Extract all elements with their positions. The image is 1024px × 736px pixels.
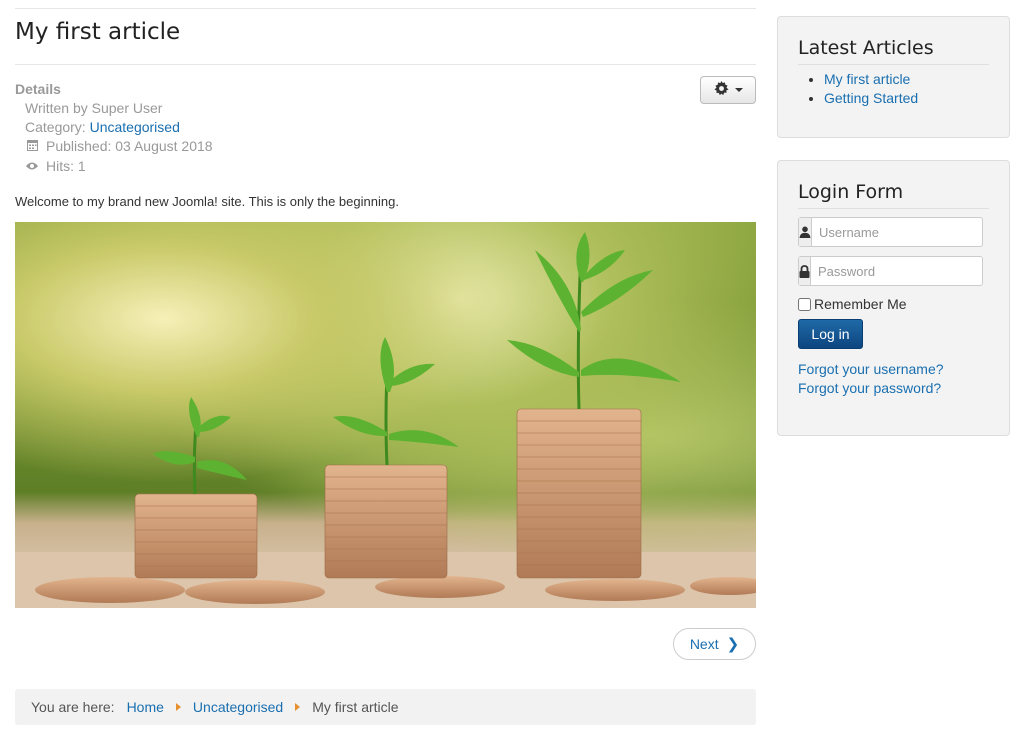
gear-icon [713, 80, 729, 100]
forgot-password-link[interactable]: Forgot your password? [798, 379, 944, 398]
next-button[interactable]: Next ❯ [673, 628, 756, 660]
password-input[interactable] [811, 257, 1001, 285]
caret-right-icon [175, 703, 181, 711]
next-label: Next [689, 636, 719, 652]
remember-me-checkbox[interactable] [798, 297, 811, 311]
login-form-title: Login Form [798, 181, 904, 203]
login-button[interactable]: Log in [798, 319, 863, 349]
main-content: My first article Details Written by Supe… [15, 0, 756, 736]
category-label: Category: [25, 119, 86, 135]
coins-plants-illustration [15, 232, 756, 608]
calendar-icon [25, 138, 39, 157]
breadcrumb-category-link[interactable]: Uncategorised [193, 699, 283, 715]
caret-right-icon [295, 703, 301, 711]
latest-article-link[interactable]: Getting Started [824, 90, 918, 106]
latest-article-link[interactable]: My first article [824, 71, 910, 87]
published-info: Published: 03 August 2018 [15, 137, 213, 157]
published-date: Published: 03 August 2018 [46, 138, 213, 154]
article-info: Details Written by Super User Category: … [15, 80, 213, 177]
list-item: Getting Started [824, 89, 918, 108]
top-divider [15, 8, 756, 9]
eye-icon [25, 158, 39, 177]
details-label: Details [15, 81, 61, 97]
remember-me-label: Remember Me [814, 296, 907, 312]
latest-articles-module: Latest Articles My first article Getting… [777, 16, 1010, 138]
forgot-username-link[interactable]: Forgot your username? [798, 360, 944, 379]
article-tools-button[interactable] [700, 76, 756, 104]
hits-count: Hits: 1 [46, 158, 86, 174]
forgot-links: Forgot your username? Forgot your passwo… [798, 360, 944, 398]
username-input[interactable] [812, 218, 1002, 246]
article-title: My first article [15, 19, 181, 45]
password-field [798, 256, 1001, 286]
username-field [798, 217, 1002, 247]
module-divider [798, 208, 989, 209]
category-link[interactable]: Uncategorised [90, 119, 180, 135]
lock-icon [799, 257, 811, 285]
latest-articles-list: My first article Getting Started [806, 70, 918, 108]
user-icon [799, 218, 812, 246]
breadcrumb-home-link[interactable]: Home [127, 699, 164, 715]
chevron-right-icon: ❯ [726, 636, 740, 653]
article-intro: Welcome to my brand new Joomla! site. Th… [15, 194, 399, 209]
breadcrumb: You are here: Home Uncategorised My firs… [15, 689, 756, 725]
hits-info: Hits: 1 [15, 157, 213, 177]
login-form-module: Login Form Remember Me Log in Forgot you… [777, 160, 1010, 436]
author-info: Written by Super User [25, 100, 163, 116]
module-divider [798, 64, 989, 65]
caret-down-icon [734, 88, 743, 92]
category-info: Category: Uncategorised [15, 118, 213, 137]
article-image [15, 222, 756, 608]
breadcrumb-prefix: You are here: [31, 699, 115, 715]
latest-articles-title: Latest Articles [798, 37, 934, 59]
remember-me: Remember Me [798, 296, 907, 312]
title-divider [15, 64, 756, 65]
breadcrumb-current: My first article [312, 699, 399, 715]
list-item: My first article [824, 70, 918, 89]
